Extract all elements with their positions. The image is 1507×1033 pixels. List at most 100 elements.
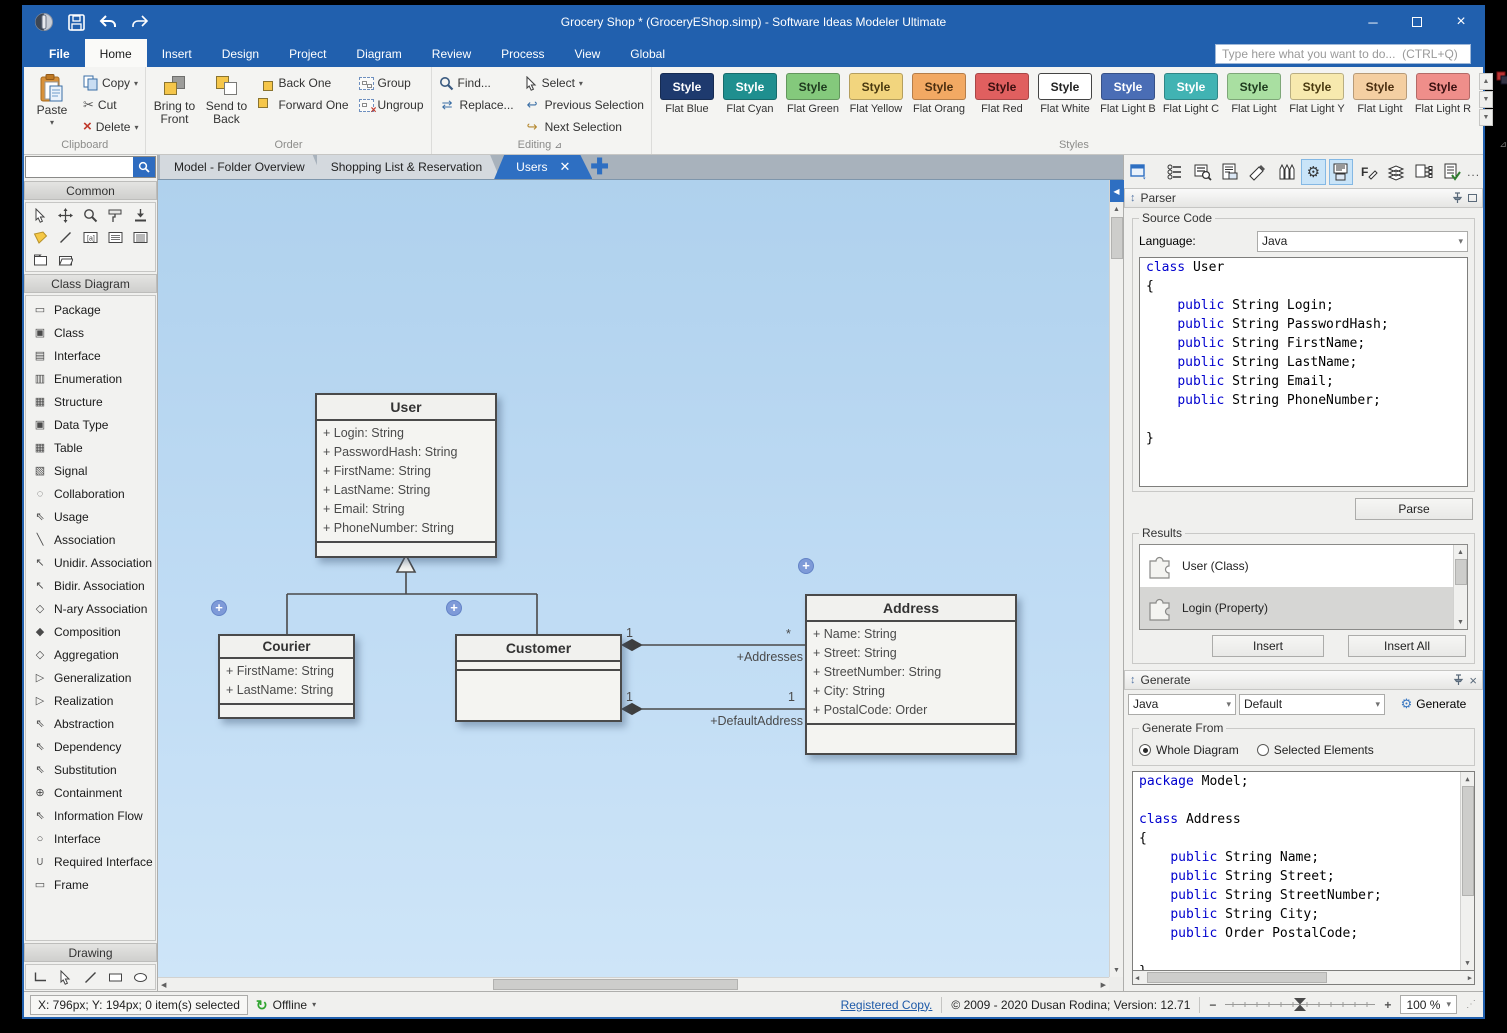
menu-item-view[interactable]: View	[560, 39, 616, 67]
language-dropdown[interactable]: Java▾	[1257, 231, 1468, 252]
sidebar-item-dependency[interactable]: ⇖Dependency	[26, 735, 155, 758]
sidebar-item-signal[interactable]: ▧Signal	[26, 459, 155, 482]
scroll-up-icon[interactable]: ▲	[1457, 545, 1464, 559]
colors-panel-icon[interactable]	[1273, 159, 1298, 185]
style-swatch[interactable]: Style	[1038, 73, 1092, 100]
generate-code-horizontal-scrollbar[interactable]: ◀ ▶	[1132, 971, 1475, 985]
documentation-panel-icon[interactable]	[1218, 159, 1243, 185]
sidebar-item-realization[interactable]: ▷Realization	[26, 689, 155, 712]
bring-to-front-button[interactable]: Bring toFront	[149, 70, 199, 126]
scroll-up-icon[interactable]: ▲	[1465, 772, 1469, 786]
sidebar-item-required-interface[interactable]: ⊃Required Interface	[26, 850, 155, 873]
parser-result-item[interactable]: Login (Property)	[1140, 587, 1467, 629]
search-results-panel-icon[interactable]	[1190, 159, 1215, 185]
paste-button[interactable]: Paste ▾	[27, 70, 77, 127]
sidebar-item-table[interactable]: ▦Table	[26, 436, 155, 459]
forward-one-button[interactable]: Forward One	[253, 94, 352, 116]
scroll-left-icon[interactable]: ◀	[161, 978, 166, 992]
zoom-in-icon[interactable]: +	[1384, 998, 1391, 1012]
selected-elements-radio[interactable]: Selected Elements	[1257, 743, 1374, 757]
style-preset-flat-cyan[interactable]: StyleFlat Cyan	[720, 73, 780, 115]
ungroup-button[interactable]: × Ungroup	[355, 94, 428, 116]
sidebar-item-structure[interactable]: ▦Structure	[26, 390, 155, 413]
sidebar-item-usage[interactable]: ⇖Usage	[26, 505, 155, 528]
class-diagram-section-header[interactable]: Class Diagram	[24, 274, 157, 293]
generate-code-editor[interactable]: package Model; class Address{ public Str…	[1132, 771, 1475, 971]
undo-icon[interactable]	[98, 12, 118, 32]
style-swatch[interactable]: Style	[1164, 73, 1218, 100]
sidebar-item-information-flow[interactable]: ⇖Information Flow	[26, 804, 155, 827]
sidebar-item-unidir-association[interactable]: ↖Unidir. Association	[26, 551, 155, 574]
generate-panel-icon[interactable]	[1329, 159, 1354, 185]
style-swatch[interactable]: Style	[723, 73, 777, 100]
connection-status[interactable]: ↻ Offline ▾	[256, 998, 316, 1012]
menu-item-design[interactable]: Design	[207, 39, 274, 67]
style-swatch[interactable]: Style	[849, 73, 903, 100]
command-search-input[interactable]	[1215, 44, 1471, 64]
uml-class-address[interactable]: Address + Name: String+ Street: String+ …	[805, 594, 1017, 755]
menu-item-home[interactable]: Home	[85, 39, 147, 67]
menu-item-global[interactable]: Global	[615, 39, 680, 67]
generate-panel-header[interactable]: ↕ Generate ×	[1124, 670, 1483, 690]
sidebar-item-generalization[interactable]: ▷Generalization	[26, 666, 155, 689]
toolbox-search-input[interactable]	[26, 157, 133, 177]
style-preset-flat-red[interactable]: StyleFlat Red	[972, 73, 1032, 115]
parser-result-item[interactable]: User (Class)	[1140, 545, 1467, 587]
generate-template-dropdown[interactable]: Default▾	[1239, 694, 1385, 715]
sidebar-item-n-ary-association[interactable]: ◇N-ary Association	[26, 597, 155, 620]
group-button[interactable]: Group	[355, 72, 428, 94]
send-to-back-button[interactable]: Send toBack	[201, 70, 251, 126]
menu-item-insert[interactable]: Insert	[147, 39, 207, 67]
uml-class-customer[interactable]: Customer	[455, 634, 622, 722]
scroll-right-icon[interactable]: ▶	[1468, 971, 1472, 985]
zoom-out-icon[interactable]: −	[1209, 998, 1216, 1012]
model-structure-panel-icon[interactable]	[1412, 159, 1437, 185]
close-panel-icon[interactable]: ×	[1469, 673, 1477, 688]
project-tree-panel-icon[interactable]	[1163, 159, 1188, 185]
drawing-section-header[interactable]: Drawing	[24, 943, 157, 962]
folder-open-tool-icon[interactable]	[57, 251, 73, 267]
style-preset-flat-blue[interactable]: StyleFlat Blue	[657, 73, 717, 115]
new-tab-icon[interactable]: ✚	[590, 155, 608, 179]
paste-dropdown-icon[interactable]: ▾	[50, 118, 54, 127]
sidebar-item-containment[interactable]: ⊕Containment	[26, 781, 155, 804]
generate-button[interactable]: ⚙ Generate	[1388, 693, 1479, 715]
scroll-down-icon[interactable]: ▼	[1457, 615, 1464, 629]
registered-copy-link[interactable]: Registered Copy.	[841, 998, 933, 1012]
sidebar-item-composition[interactable]: ◆Composition	[26, 620, 155, 643]
style-preset-flat-orang[interactable]: StyleFlat Orang	[909, 73, 969, 115]
scroll-up-icon[interactable]: ▲	[1113, 202, 1120, 216]
close-button[interactable]: ×	[1439, 5, 1483, 39]
sidebar-item-association[interactable]: ╲Association	[26, 528, 155, 551]
list-tool-2-icon[interactable]	[132, 229, 148, 245]
styles-dialog-launcher-icon[interactable]: ⊿	[1499, 139, 1507, 150]
style-swatch[interactable]: Style	[912, 73, 966, 100]
save-icon[interactable]	[66, 12, 86, 32]
minimize-button[interactable]: ─	[1351, 5, 1395, 39]
style-swatch[interactable]: Style	[1290, 73, 1344, 100]
style-preset-flat-light-y[interactable]: StyleFlat Light Y	[1287, 73, 1347, 115]
uml-class-courier[interactable]: Courier + FirstName: String+ LastName: S…	[218, 634, 355, 719]
copy-button[interactable]: Copy▾	[79, 72, 142, 94]
sidebar-item-collaboration[interactable]: ◌Collaboration	[26, 482, 155, 505]
sidebar-item-frame[interactable]: ▭Frame	[26, 873, 155, 896]
line-tool-icon[interactable]	[57, 229, 73, 245]
style-swatch[interactable]: Style	[660, 73, 714, 100]
style-swatch[interactable]: Style	[975, 73, 1029, 100]
editing-dialog-launcher-icon[interactable]: ⊿	[554, 140, 562, 150]
menu-item-file[interactable]: File	[34, 39, 85, 67]
parser-results-list[interactable]: User (Class)Login (Property) ▲ ▼	[1139, 544, 1468, 630]
style-preset-flat-white[interactable]: StyleFlat White	[1035, 73, 1095, 115]
edit-style-panel-icon[interactable]	[1246, 159, 1271, 185]
common-section-header[interactable]: Common	[24, 181, 157, 200]
toolbar-overflow-icon[interactable]: ...	[1467, 165, 1480, 179]
note-tool-icon[interactable]	[32, 229, 48, 245]
zoom-tool-icon[interactable]	[82, 207, 98, 223]
style-swatch[interactable]: Style	[1416, 73, 1470, 100]
select-button[interactable]: Select▾	[520, 72, 648, 94]
scroll-right-icon[interactable]: ▶	[1101, 978, 1106, 992]
replace-button[interactable]: ⇄ Replace...	[435, 94, 518, 116]
styles-scroll-down-icon[interactable]: ▼	[1479, 91, 1493, 108]
sidebar-item-package[interactable]: ▭Package	[26, 298, 155, 321]
parser-panel-header[interactable]: ↕ Parser	[1124, 188, 1483, 208]
